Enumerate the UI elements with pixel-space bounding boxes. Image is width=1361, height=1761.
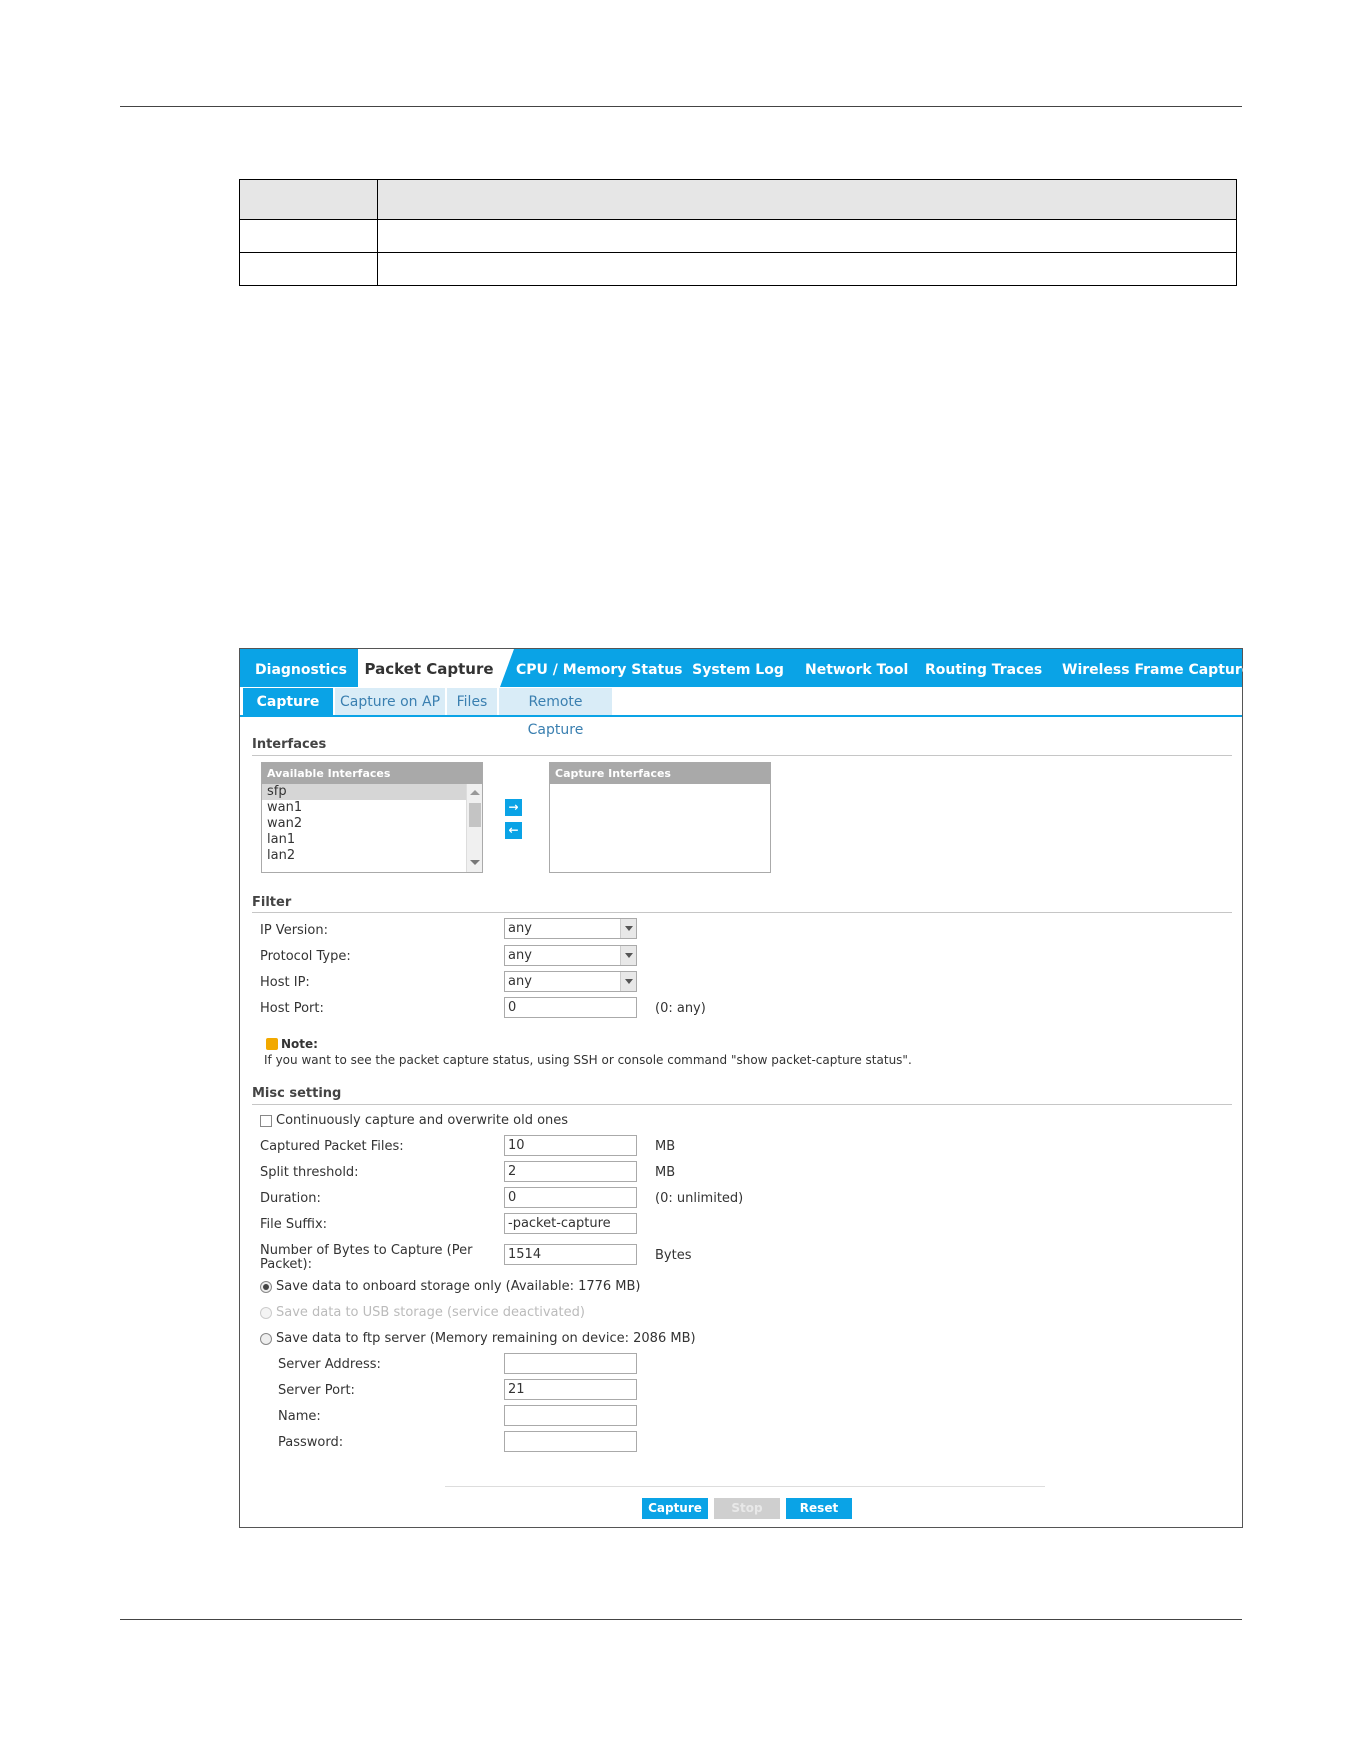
available-interfaces-list[interactable]: Available Interfaces sfp wan1 wan2 lan1 … — [261, 762, 483, 873]
server-address-input[interactable] — [504, 1353, 637, 1374]
available-interfaces-header: Available Interfaces — [262, 763, 482, 784]
ip-version-value: any — [508, 921, 532, 936]
interface-item[interactable]: lan1 — [262, 832, 482, 848]
interface-item[interactable]: wan2 — [262, 816, 482, 832]
bytes-to-capture-label: Number of Bytes to Capture (Per — [260, 1243, 473, 1258]
protocol-type-value: any — [508, 948, 532, 963]
note-icon — [266, 1038, 278, 1050]
subtab-capture[interactable]: Capture — [243, 688, 333, 715]
split-threshold-unit: MB — [655, 1165, 676, 1180]
host-port-input[interactable]: 0 — [504, 997, 637, 1018]
capture-interfaces-header: Capture Interfaces — [550, 763, 770, 784]
server-port-input[interactable]: 21 — [504, 1379, 637, 1400]
section-divider — [252, 755, 1232, 756]
list-scrollbar[interactable] — [466, 784, 482, 872]
tab-system-log[interactable]: System Log — [688, 649, 788, 687]
table-header-row — [239, 179, 1237, 220]
note-text: If you want to see the packet capture st… — [264, 1053, 912, 1067]
remove-interface-button[interactable]: ← — [505, 822, 522, 839]
section-divider — [252, 1104, 1232, 1105]
host-port-hint: (0: any) — [655, 1001, 706, 1016]
page-footer-rule — [120, 1619, 1242, 1620]
duration-label: Duration: — [260, 1191, 321, 1206]
table-row — [239, 252, 1237, 286]
bytes-to-capture-input[interactable]: 1514 — [504, 1244, 637, 1265]
scroll-thumb[interactable] — [469, 803, 481, 827]
onboard-storage-radio[interactable] — [260, 1281, 272, 1293]
onboard-storage-label: Save data to onboard storage only (Avail… — [276, 1279, 641, 1294]
bytes-to-capture-unit: Bytes — [655, 1248, 692, 1263]
host-port-label: Host Port: — [260, 1001, 324, 1016]
ftp-server-label: Save data to ftp server (Memory remainin… — [276, 1331, 696, 1346]
ip-version-select[interactable]: any — [504, 918, 637, 939]
page-header-rule — [120, 106, 1242, 107]
duration-hint: (0: unlimited) — [655, 1191, 744, 1206]
tab-diagnostics[interactable]: Diagnostics — [246, 649, 356, 687]
tab-notch — [500, 649, 514, 687]
name-input[interactable] — [504, 1405, 637, 1426]
table-row — [239, 219, 1237, 253]
captured-files-unit: MB — [655, 1139, 676, 1154]
bytes-to-capture-label-cont: Packet): — [260, 1257, 312, 1272]
document-table — [239, 179, 1237, 286]
protocol-type-label: Protocol Type: — [260, 949, 351, 964]
capture-interfaces-list[interactable]: Capture Interfaces — [549, 762, 771, 873]
interface-item[interactable]: sfp — [262, 784, 482, 800]
captured-files-label: Captured Packet Files: — [260, 1139, 404, 1154]
tab-routing-traces[interactable]: Routing Traces — [925, 649, 1042, 687]
tab-cpu-memory-status[interactable]: CPU / Memory Status — [516, 649, 683, 687]
subtab-remote-capture[interactable]: Remote Capture — [499, 688, 612, 738]
password-input[interactable] — [504, 1431, 637, 1452]
host-ip-value: any — [508, 974, 532, 989]
reset-button[interactable]: Reset — [786, 1498, 852, 1519]
tab-wireless-frame-capture[interactable]: Wireless Frame Capture — [1062, 649, 1251, 687]
file-suffix-label: File Suffix: — [260, 1217, 328, 1232]
usb-storage-label: Save data to USB storage (service deacti… — [276, 1305, 585, 1320]
captured-files-input[interactable]: 10 — [504, 1135, 637, 1156]
sub-tab-bar: Capture Capture on AP Files Remote Captu… — [240, 687, 1242, 738]
duration-input[interactable]: 0 — [504, 1187, 637, 1208]
main-tab-bar: Diagnostics Packet Capture CPU / Memory … — [240, 649, 1251, 687]
button-divider — [445, 1486, 1045, 1487]
server-address-label: Server Address: — [278, 1357, 381, 1372]
subtab-files[interactable]: Files — [447, 688, 497, 715]
packet-capture-panel: Diagnostics Packet Capture CPU / Memory … — [239, 648, 1251, 1528]
scroll-down-icon[interactable] — [470, 860, 480, 865]
password-label: Password: — [278, 1435, 344, 1450]
chevron-down-icon[interactable] — [620, 972, 636, 991]
split-threshold-input[interactable]: 2 — [504, 1161, 637, 1182]
chevron-down-icon[interactable] — [620, 946, 636, 965]
interface-item[interactable]: lan2 — [262, 848, 482, 864]
continuous-capture-label: Continuously capture and overwrite old o… — [276, 1113, 569, 1128]
misc-setting-section-title: Misc setting — [252, 1086, 342, 1101]
tab-network-tool[interactable]: Network Tool — [805, 649, 908, 687]
usb-storage-radio — [260, 1307, 272, 1319]
interfaces-section-title: Interfaces — [252, 737, 327, 752]
interface-item[interactable]: wan1 — [262, 800, 482, 816]
host-ip-label: Host IP: — [260, 975, 310, 990]
server-port-label: Server Port: — [278, 1383, 355, 1398]
stop-button: Stop — [714, 1498, 780, 1519]
protocol-type-select[interactable]: any — [504, 945, 637, 966]
name-label: Name: — [278, 1409, 321, 1424]
ftp-server-radio[interactable] — [260, 1333, 272, 1345]
capture-button[interactable]: Capture — [642, 1498, 708, 1519]
ip-version-label: IP Version: — [260, 923, 328, 938]
host-ip-select[interactable]: any — [504, 971, 637, 992]
scroll-up-icon[interactable] — [470, 790, 480, 795]
tab-packet-capture[interactable]: Packet Capture — [358, 649, 500, 687]
subtab-capture-on-ap[interactable]: Capture on AP — [335, 688, 445, 715]
continuous-capture-checkbox[interactable] — [260, 1115, 272, 1127]
file-suffix-input[interactable]: -packet-capture — [504, 1213, 637, 1234]
filter-section-title: Filter — [252, 895, 292, 910]
note-title: Note: — [281, 1037, 318, 1051]
section-divider — [252, 912, 1232, 913]
add-interface-button[interactable]: → — [505, 799, 522, 816]
chevron-down-icon[interactable] — [620, 919, 636, 938]
split-threshold-label: Split threshold: — [260, 1165, 359, 1180]
